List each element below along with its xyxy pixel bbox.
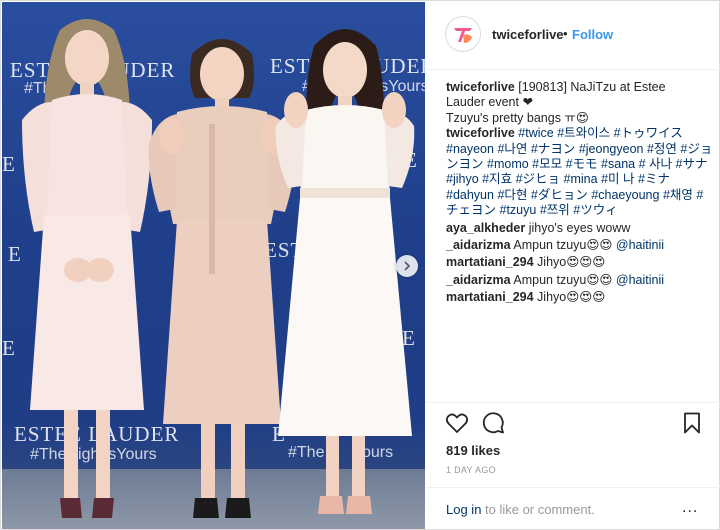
comment-text: Ampun tzuyu😍😍 <box>510 272 613 287</box>
hashtag-link[interactable]: #ナヨン <box>531 142 575 156</box>
hashtag-link[interactable]: #ジヒョ <box>516 172 560 186</box>
comment-bubble-icon[interactable] <box>481 411 505 435</box>
comment-username[interactable]: twiceforlive <box>446 126 515 140</box>
login-link[interactable]: Log in <box>446 502 481 517</box>
post-photo[interactable]: ESTEE LAUDER #The ESTEE LAUDER #TheNight… <box>2 2 425 529</box>
hashtag-link[interactable]: 나 <box>623 172 635 186</box>
hashtag-link[interactable]: 사나 <box>649 157 672 171</box>
hashtag-link[interactable]: #다현 <box>497 188 527 202</box>
comment-username[interactable]: _aidarizma <box>446 238 511 252</box>
hashtag-link[interactable]: #twice <box>518 126 553 140</box>
likes-count[interactable]: 819 likes <box>446 443 500 458</box>
comment-username[interactable]: aya_alkheder <box>446 221 525 235</box>
post-actions: 819 likes 1 DAY AGO Log in to like or co… <box>426 402 720 530</box>
login-prompt-text: to like or comment. <box>485 502 595 517</box>
more-options-button[interactable]: ... <box>682 499 698 517</box>
comments-list: twiceforlive [190813] NaJiTzu at Estee L… <box>446 80 714 306</box>
hashtag-link[interactable]: #정연 <box>647 142 677 156</box>
hashtag-link[interactable]: #쯔위 <box>540 203 570 217</box>
user-comments: aya_alkheder jihyo's eyes woww _aidarizma… <box>446 221 714 306</box>
hashtag-link[interactable]: #트와이스 <box>557 126 610 140</box>
comment-row: aya_alkheder jihyo's eyes woww <box>446 221 714 236</box>
hashtag-link[interactable]: #지효 <box>482 172 512 186</box>
heart-icon[interactable] <box>445 411 469 435</box>
hashtag-link[interactable]: #dahyun <box>446 188 494 202</box>
caption-text: Lauder event ❤ <box>446 95 533 110</box>
hashtag-link[interactable]: #미 <box>601 172 619 186</box>
hashtag-link[interactable]: # <box>639 157 646 171</box>
hashtag-link[interactable]: #トゥワイス <box>614 126 683 140</box>
header-separator: • <box>563 26 568 41</box>
hashtag-link[interactable]: #tzuyu <box>500 203 537 217</box>
hashtag-link[interactable]: #サナ <box>676 157 708 171</box>
hashtag-link[interactable]: #モモ <box>566 157 598 171</box>
comment-text: Jihyo😍😍😍 <box>533 290 606 305</box>
twice-logo-icon <box>449 20 477 48</box>
comment-mention[interactable]: @haitinii <box>612 238 664 252</box>
caption: twiceforlive [190813] NaJiTzu at Estee L… <box>446 80 714 126</box>
post-side-panel: twiceforlive • Follow twiceforlive [1908… <box>426 2 720 529</box>
hashtag-link[interactable]: #jeongyeon <box>579 142 644 156</box>
hashtag-link[interactable]: #momo <box>487 157 529 171</box>
comment-text: Jihyo😍😍😍 <box>533 255 606 270</box>
chevron-right-icon <box>404 261 411 271</box>
hashtag-comment: twiceforlive #twice #트와이스 #トゥワイス #nayeon… <box>446 126 714 218</box>
hashtag-link[interactable]: #ミナ <box>638 172 670 186</box>
comment-row: _aidarizma Ampun tzuyu😍😍 @haitinii <box>446 238 714 253</box>
comment-mention[interactable]: @haitinii <box>612 273 664 287</box>
instagram-post-embed: ESTEE LAUDER #The ESTEE LAUDER #TheNight… <box>0 0 720 530</box>
hashtag-link[interactable]: #chaeyoung <box>591 188 659 202</box>
comment-row: martatiani_294 Jihyo😍😍😍 <box>446 255 714 270</box>
comment-username[interactable]: _aidarizma <box>446 273 511 287</box>
hashtag-link[interactable]: #sana <box>601 157 635 171</box>
follow-button[interactable]: Follow <box>572 27 613 42</box>
hashtag-link[interactable]: #mina <box>564 172 598 186</box>
bookmark-icon[interactable] <box>680 411 704 435</box>
comment-row: _aidarizma Ampun tzuyu😍😍 @haitinii <box>446 273 714 288</box>
caption-text: [190813] NaJiTzu at Estee <box>518 80 666 94</box>
comment-username[interactable]: martatiani_294 <box>446 290 534 304</box>
hashtag-link[interactable]: #jihyo <box>446 172 479 186</box>
hashtag-link[interactable]: #ツウィ <box>573 203 617 217</box>
post-timestamp[interactable]: 1 DAY AGO <box>446 465 496 475</box>
hashtag-link[interactable]: #ダヒョン <box>531 188 588 202</box>
hashtag-link[interactable]: #나연 <box>497 142 527 156</box>
comment-username[interactable]: martatiani_294 <box>446 255 534 269</box>
hashtag-link[interactable]: #모모 <box>532 157 562 171</box>
comment-text: jihyo's eyes woww <box>525 220 631 235</box>
hashtag-link[interactable]: #nayeon <box>446 142 494 156</box>
hashtag-link[interactable]: #채영 <box>663 188 693 202</box>
comment-row: martatiani_294 Jihyo😍😍😍 <box>446 290 714 305</box>
avatar[interactable] <box>445 16 481 52</box>
caption-text: Tzuyu's pretty bangs ㅠ😍 <box>446 110 589 125</box>
caption-username[interactable]: twiceforlive <box>446 80 515 94</box>
next-photo-button[interactable] <box>396 255 418 277</box>
header-username[interactable]: twiceforlive <box>492 27 564 42</box>
post-header: twiceforlive • Follow <box>426 2 720 70</box>
login-bar: Log in to like or comment. ... <box>426 487 720 530</box>
person-left <box>22 19 152 518</box>
comment-text: Ampun tzuyu😍😍 <box>510 238 613 253</box>
